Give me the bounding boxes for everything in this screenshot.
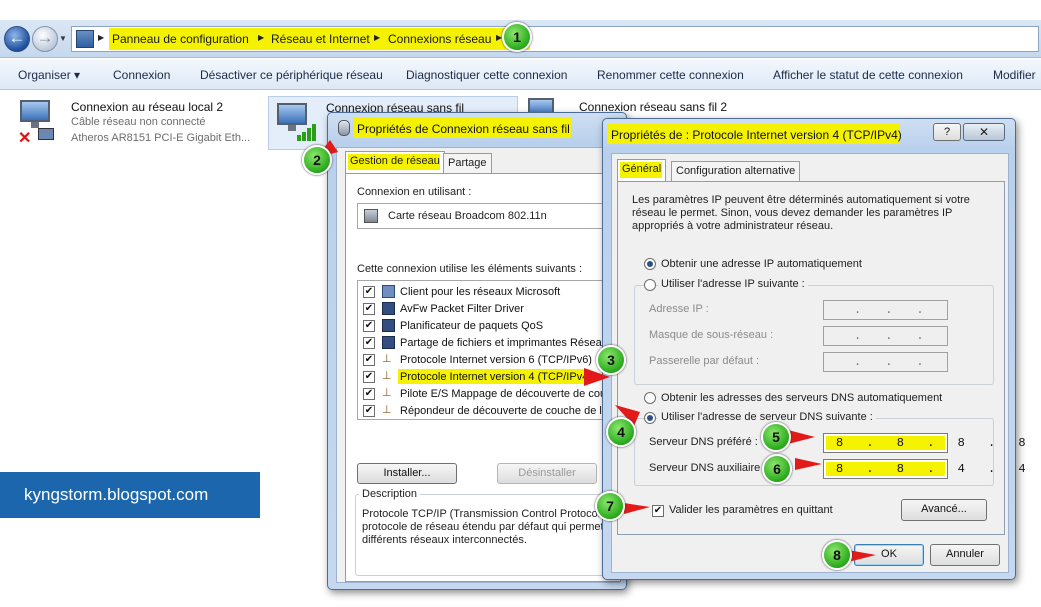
step-badge: 7 (595, 491, 625, 521)
step-badge: 4 (606, 417, 636, 447)
step-badge: 3 (596, 345, 626, 375)
step-badge: 1 (502, 22, 532, 52)
arrow-5 (788, 430, 815, 444)
arrow-7 (624, 503, 650, 514)
annotation-arrows (316, 140, 876, 562)
step-badge: 8 (822, 540, 852, 570)
step-badge: 2 (302, 145, 332, 175)
arrow-8 (848, 550, 876, 562)
arrow-6 (795, 458, 822, 470)
step-badge: 6 (762, 454, 792, 484)
step-badge: 5 (761, 422, 791, 452)
